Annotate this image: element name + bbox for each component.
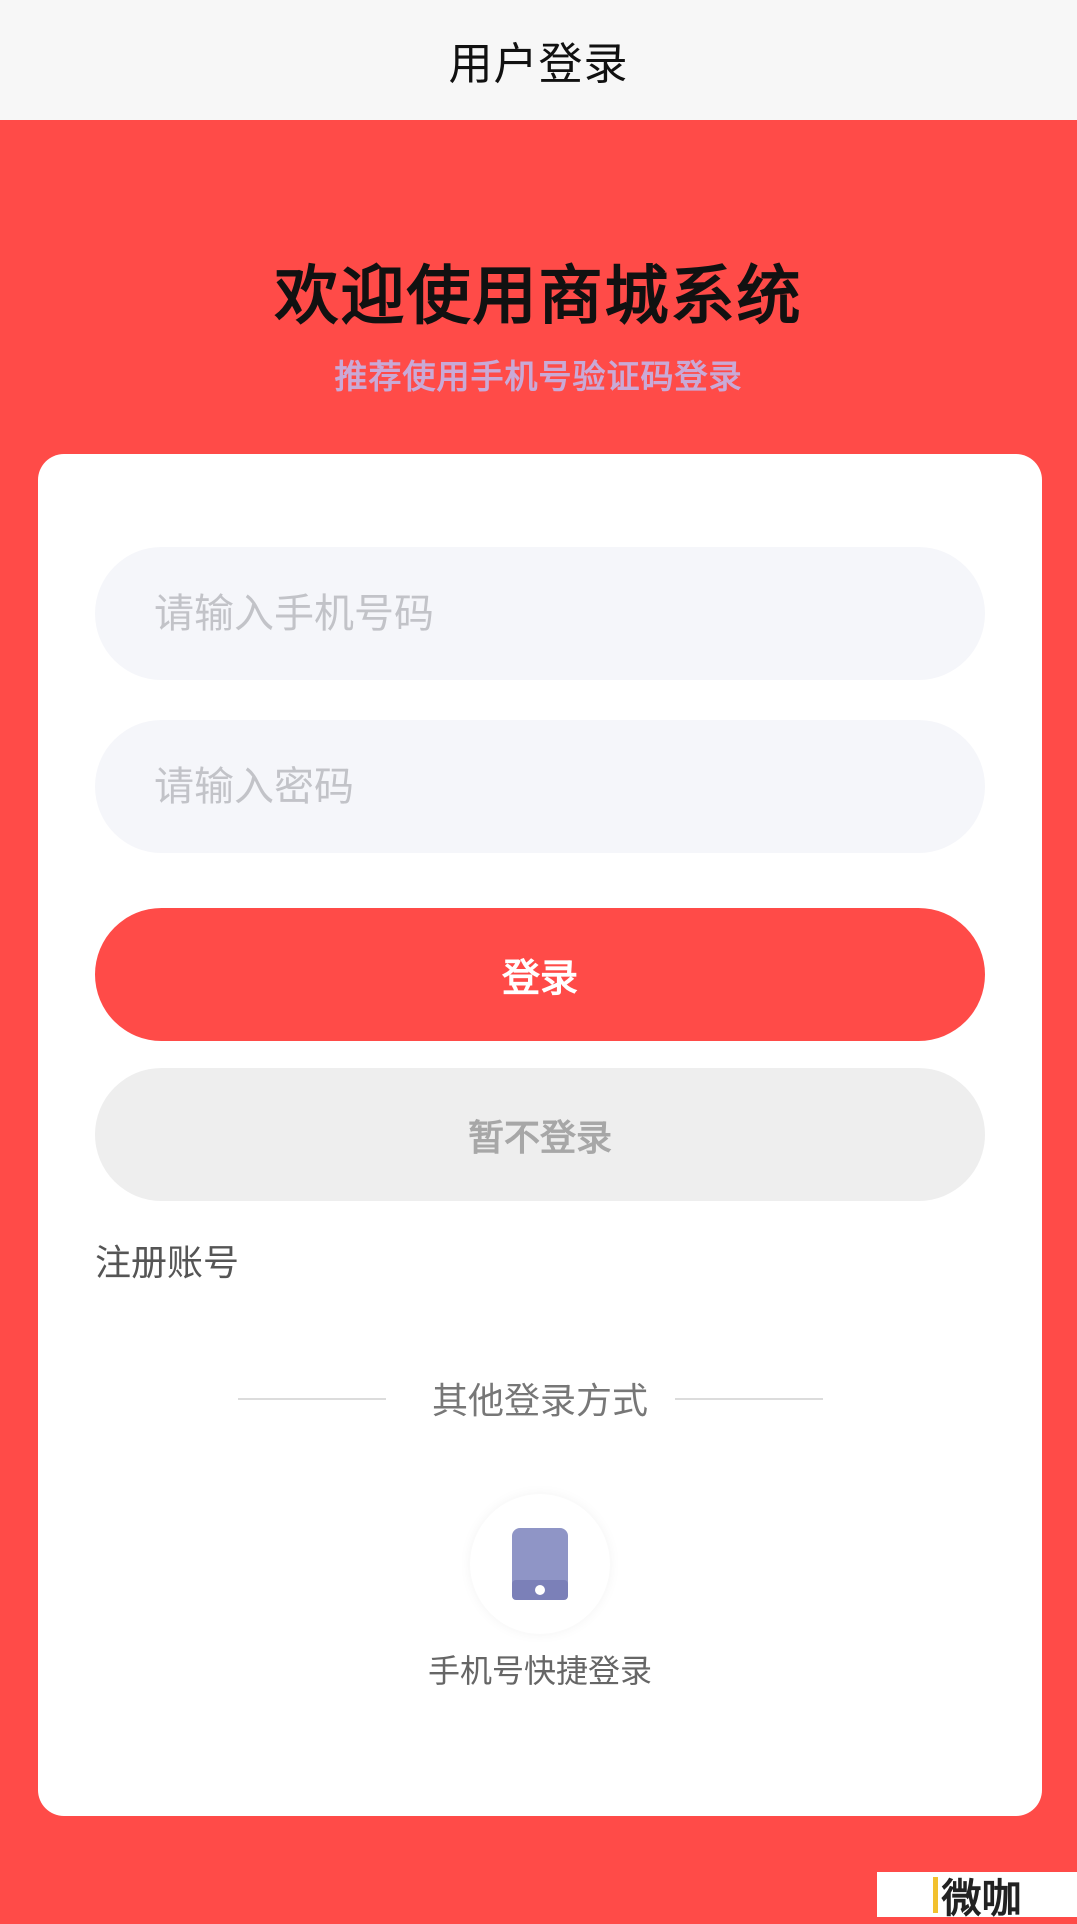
register-link[interactable]: 注册账号 xyxy=(95,1234,239,1286)
login-button[interactable]: 登录 xyxy=(95,908,985,1041)
navigation-bar: 用户登录 xyxy=(0,0,1077,120)
watermark-bar xyxy=(932,1876,938,1913)
password-input[interactable] xyxy=(152,762,985,811)
phone-icon-circle[interactable] xyxy=(470,1494,610,1634)
password-field[interactable] xyxy=(95,720,985,853)
login-card: 登录 暂不登录 注册账号 其他登录方式 手机号快捷登录 xyxy=(38,454,1042,1816)
phone-quick-login-button[interactable]: 手机号快捷登录 xyxy=(428,1494,652,1694)
watermark-logo: 微咖 xyxy=(877,1872,1077,1922)
phone-field[interactable] xyxy=(95,547,985,680)
phone-input[interactable] xyxy=(152,589,985,638)
skip-login-button[interactable]: 暂不登录 xyxy=(95,1068,985,1201)
phone-quick-login-label: 手机号快捷登录 xyxy=(427,1652,652,1690)
other-login-label: 其他登录方式 xyxy=(431,1381,648,1422)
welcome-title: 欢迎使用商城系统 xyxy=(274,260,803,334)
page-title: 用户登录 xyxy=(448,39,629,90)
divider-right xyxy=(675,1398,823,1400)
welcome-subtitle: 推荐使用手机号验证码登录 xyxy=(334,357,743,396)
mobile-phone-icon xyxy=(512,1528,568,1600)
watermark-text: 微咖 xyxy=(941,1875,1022,1922)
welcome-header: 欢迎使用商城系统 推荐使用手机号验证码登录 xyxy=(0,120,1077,450)
